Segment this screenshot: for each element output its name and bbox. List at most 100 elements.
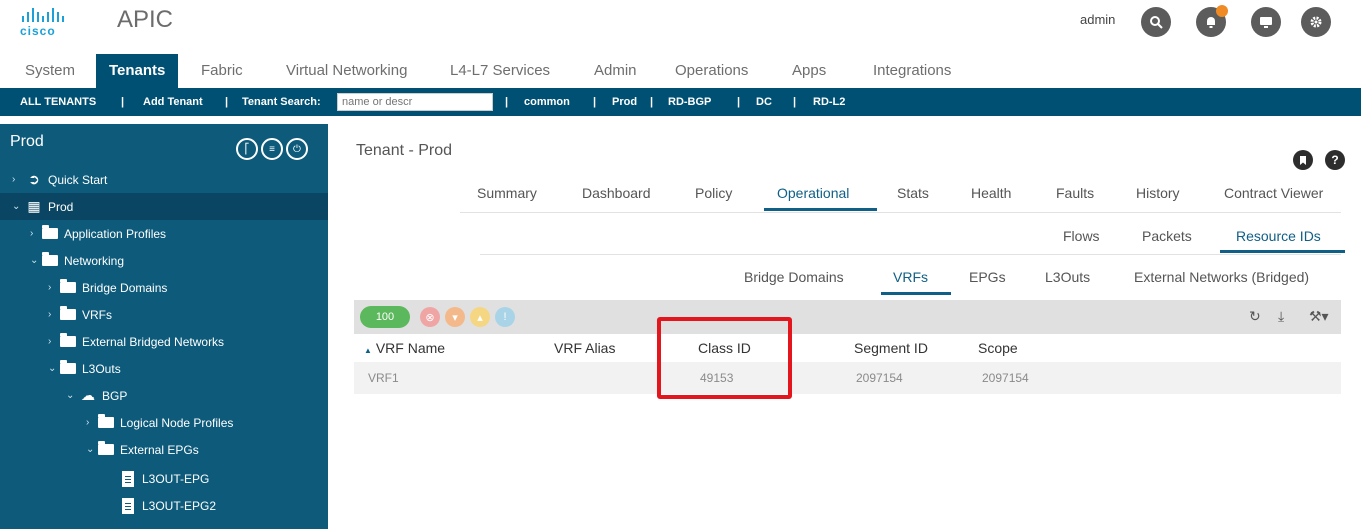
folder-icon (98, 414, 114, 428)
document-icon (122, 470, 134, 487)
tenant-bar-separator: | (737, 96, 741, 108)
sidebar-item-application-profiles[interactable]: › Application Profiles (0, 220, 328, 247)
list-icon[interactable]: ≡ (261, 138, 283, 160)
subsubtab-external-networks-bridged[interactable]: External Networks (Bridged) (1134, 269, 1309, 285)
bookmark-icon[interactable] (1293, 150, 1313, 170)
table-row[interactable]: VRF1 49153 2097154 2097154 (354, 362, 1341, 394)
power-icon[interactable]: ⏻ (286, 138, 308, 160)
tenant-bar-separator: | (593, 96, 597, 108)
tenant-link-rd-bgp[interactable]: RD-BGP (668, 96, 711, 108)
col-segment-id[interactable]: Segment ID (854, 340, 928, 356)
chevron-right-icon: › (48, 336, 52, 347)
quick-start-icon: ➲ (28, 171, 40, 187)
tab-contract-viewer[interactable]: Contract Viewer (1224, 185, 1323, 201)
tab-faults[interactable]: Faults (1056, 185, 1094, 201)
minor-filter-icon[interactable]: ▴ (470, 307, 490, 327)
sort-asc-icon: ▲ (364, 346, 372, 355)
screen-icon[interactable] (1251, 7, 1281, 37)
chevron-right-icon: › (12, 174, 16, 185)
top-header: cisco APIC admin (0, 0, 1361, 52)
col-vrf-alias[interactable]: VRF Alias (554, 340, 615, 356)
subtab-flows[interactable]: Flows (1063, 228, 1100, 244)
subsubtab-epgs[interactable]: EPGs (969, 269, 1006, 285)
tab-tenants[interactable]: Tenants (96, 54, 179, 88)
tenant-link-dc[interactable]: DC (756, 96, 772, 108)
folder-icon (98, 441, 114, 455)
sidebar-item-label: Application Profiles (64, 226, 167, 241)
user-name[interactable]: admin (1080, 12, 1115, 27)
all-tenants-link[interactable]: ALL TENANTS (20, 96, 96, 108)
folder-icon (60, 306, 76, 320)
search-icon[interactable] (1141, 7, 1171, 37)
critical-filter-icon[interactable]: ⊗ (420, 307, 440, 327)
help-icon[interactable]: ? (1325, 150, 1345, 170)
sidebar-item-l3out-epg[interactable]: L3OUT-EPG (0, 465, 328, 492)
col-vrf-name[interactable]: ▲ VRF Name (364, 340, 445, 356)
bell-icon[interactable] (1196, 5, 1228, 37)
tools-icon[interactable]: ⚒▾ (1309, 308, 1329, 325)
tab-health[interactable]: Health (971, 185, 1011, 201)
refresh-icon[interactable]: ↻ (1249, 308, 1261, 325)
tab-operational[interactable]: Operational (777, 185, 849, 201)
tab-history[interactable]: History (1136, 185, 1180, 201)
tabs-divider (460, 212, 1341, 213)
tab-fabric[interactable]: Fabric (201, 62, 243, 79)
subtab-packets[interactable]: Packets (1142, 228, 1192, 244)
add-tenant-link[interactable]: Add Tenant (143, 96, 203, 108)
tab-apps[interactable]: Apps (792, 62, 826, 79)
chevron-down-icon: ⌄ (66, 390, 75, 401)
tenant-link-rd-l2[interactable]: RD-L2 (813, 96, 845, 108)
cisco-logo-text: cisco (20, 24, 56, 38)
sidebar-item-networking[interactable]: ⌄ Networking (0, 247, 328, 274)
sidebar-item-l3outs[interactable]: ⌄ L3Outs (0, 355, 328, 382)
table-toolbar: 100 ⊗ ▾ ▴ ! ↻ ⤓ ⚒▾ (354, 300, 1341, 334)
sidebar-item-l3out-epg2[interactable]: L3OUT-EPG2 (0, 492, 328, 519)
tab-stats[interactable]: Stats (897, 185, 929, 201)
tab-admin[interactable]: Admin (594, 62, 637, 79)
page-title: Tenant - Prod (356, 142, 453, 159)
sidebar-item-bridge-domains[interactable]: › Bridge Domains (0, 274, 328, 301)
active-subsubtab-underline (881, 292, 951, 295)
folder-icon (60, 333, 76, 347)
sidebar-item-vrfs[interactable]: › VRFs (0, 301, 328, 328)
chevron-right-icon: › (86, 417, 90, 428)
sidebar-title: Prod (10, 133, 44, 150)
notification-badge (1216, 5, 1228, 17)
tab-policy[interactable]: Policy (695, 185, 732, 201)
tab-l4-l7-services[interactable]: L4-L7 Services (450, 62, 550, 79)
download-icon[interactable]: ⤓ (1278, 308, 1284, 325)
sidebar-item-external-epgs[interactable]: ⌄ External EPGs (0, 436, 328, 463)
col-scope[interactable]: Scope (978, 340, 1018, 356)
tenant-search-input[interactable] (337, 93, 493, 111)
subsubtab-l3outs[interactable]: L3Outs (1045, 269, 1090, 285)
major-filter-icon[interactable]: ▾ (445, 307, 465, 327)
tenant-link-common[interactable]: common (524, 96, 570, 108)
active-tab-underline (764, 208, 877, 211)
tenant-bar-separator: | (650, 96, 654, 108)
fault-count-pill[interactable]: 100 (360, 306, 410, 328)
cisco-logo-bars-icon (22, 8, 72, 22)
gear-icon[interactable] (1301, 7, 1331, 37)
tab-operations[interactable]: Operations (675, 62, 748, 79)
sidebar-item-bgp[interactable]: ⌄ ☁ BGP (0, 382, 328, 409)
pin-icon[interactable]: ⎡ (236, 138, 258, 160)
tab-virtual-networking[interactable]: Virtual Networking (286, 62, 407, 79)
tab-dashboard[interactable]: Dashboard (582, 185, 651, 201)
sidebar-item-logical-node-profiles[interactable]: › Logical Node Profiles (0, 409, 328, 436)
tab-system[interactable]: System (25, 62, 75, 79)
tab-integrations[interactable]: Integrations (873, 62, 951, 79)
sidebar-item-quick-start[interactable]: › ➲ Quick Start (0, 166, 328, 193)
subsubtab-bridge-domains[interactable]: Bridge Domains (744, 269, 844, 285)
sidebar-item-external-bridged-networks[interactable]: › External Bridged Networks (0, 328, 328, 355)
sidebar-item-prod[interactable]: ⌄ ▦ Prod (0, 193, 328, 220)
subtab-resource-ids[interactable]: Resource IDs (1236, 228, 1321, 244)
tab-summary[interactable]: Summary (477, 185, 537, 201)
warning-filter-icon[interactable]: ! (495, 307, 515, 327)
sidebar-actions: ⎡ ≡ ⏻ (236, 138, 308, 160)
cell-segment-id: 2097154 (856, 371, 903, 385)
cisco-logo[interactable]: cisco (20, 8, 72, 38)
subsubtab-vrfs[interactable]: VRFs (893, 269, 928, 285)
sidebar-item-label: Networking (64, 253, 125, 268)
tenant-link-prod[interactable]: Prod (612, 96, 637, 108)
chevron-right-icon: › (48, 309, 52, 320)
